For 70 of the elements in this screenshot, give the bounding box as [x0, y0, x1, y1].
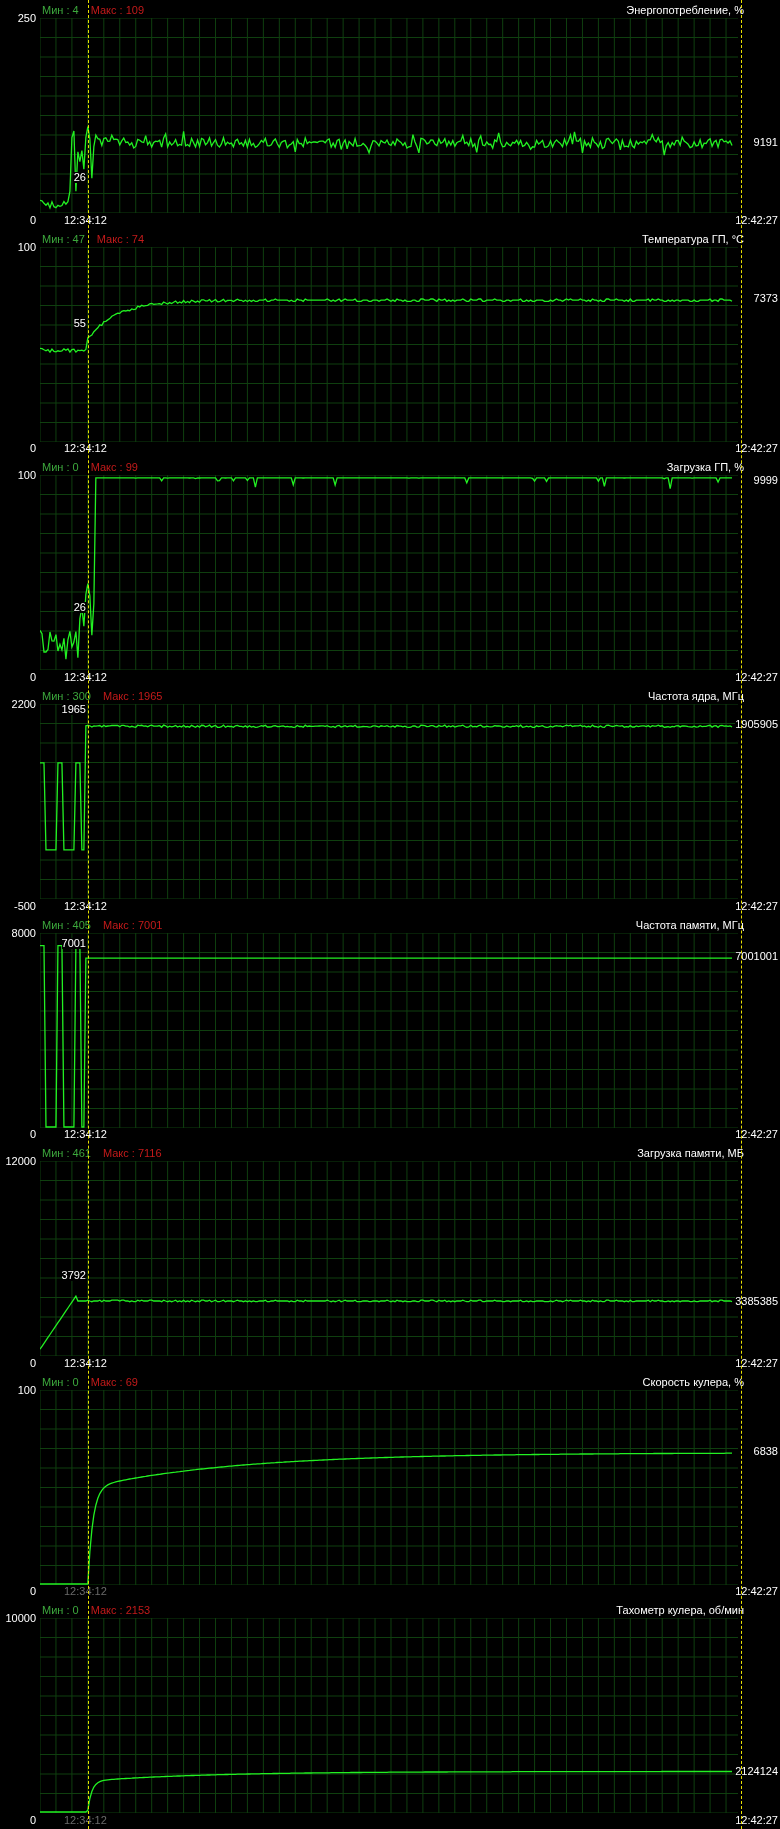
axis-min-label: 0 — [28, 1357, 37, 1369]
axis-min-label: 0 — [28, 443, 37, 455]
max-value: Макс : 7001 — [102, 919, 163, 931]
start-time: 12:34:12 — [64, 900, 107, 912]
start-time: 12:34:12 — [64, 1586, 107, 1598]
graph-title: Тахометр кулера, об/мин — [616, 1605, 744, 1617]
graph-title: Температура ГП, °C — [642, 233, 744, 245]
end-time: 12:42:27 — [735, 671, 778, 683]
min-value: Мин : 0 — [42, 1376, 79, 1388]
max-value: Макс : 1965 — [102, 690, 163, 702]
start-value: 26 — [73, 601, 86, 613]
current-value: 7001001 — [735, 950, 778, 962]
min-value: Мин : 47 — [42, 233, 85, 245]
max-value: Макс : 99 — [90, 462, 138, 474]
current-value: 6838 — [753, 1446, 778, 1458]
min-value: Мин : 0 — [42, 1605, 79, 1617]
current-value: 7373 — [753, 293, 778, 305]
end-time: 12:42:27 — [735, 1129, 778, 1141]
axis-min-label: 0 — [28, 1129, 37, 1141]
max-value: Макс : 109 — [90, 5, 145, 16]
current-value: 9999 — [753, 475, 778, 487]
graph-title: Энергопотребление, % — [626, 5, 744, 16]
min-value: Мин : 461 — [42, 1148, 91, 1160]
current-value: 1905905 — [735, 719, 778, 731]
axis-max-label: 12000 — [5, 1156, 36, 1168]
axis-max-label: 250 — [17, 13, 36, 24]
graph-title: Загрузка ГП, % — [666, 462, 744, 474]
start-time: 12:34:12 — [64, 1815, 107, 1826]
start-value: 26 — [73, 171, 86, 183]
start-time: 12:34:12 — [64, 1129, 107, 1141]
axis-min-label: 0 — [28, 1815, 37, 1826]
start-value: 1965 — [61, 703, 86, 715]
start-value: 7001 — [61, 938, 86, 949]
graph-title: Скорость кулера, % — [642, 1376, 744, 1388]
graph-title: Загрузка памяти, МБ — [637, 1148, 744, 1160]
end-time: 12:42:27 — [735, 1586, 778, 1598]
axis-min-label: -500 — [12, 900, 37, 912]
axis-min-label: 0 — [28, 1586, 37, 1598]
axis-min-label: 0 — [28, 214, 37, 226]
max-value: Макс : 74 — [96, 233, 145, 245]
end-time: 12:42:27 — [735, 900, 778, 912]
current-value: 2124124 — [735, 1766, 778, 1778]
axis-max-label: 8000 — [11, 927, 36, 939]
graph-title: Частота памяти, МГц — [635, 919, 744, 931]
start-time: 12:34:12 — [64, 443, 107, 455]
start-time: 12:34:12 — [64, 671, 107, 683]
max-value: Макс : 2153 — [90, 1605, 151, 1617]
start-time: 12:34:12 — [64, 214, 107, 226]
end-time: 12:42:27 — [735, 1815, 778, 1826]
start-time: 12:34:12 — [64, 1357, 107, 1369]
axis-max-label: 10000 — [5, 1613, 36, 1625]
axis-max-label: 100 — [17, 241, 36, 253]
end-time: 12:42:27 — [735, 443, 778, 455]
end-time: 12:42:27 — [735, 214, 778, 226]
axis-max-label: 100 — [17, 470, 36, 482]
min-value: Мин : 300 — [42, 690, 91, 702]
start-value: 55 — [73, 318, 86, 330]
axis-max-label: 2200 — [11, 698, 36, 710]
min-value: Мин : 4 — [42, 5, 79, 16]
end-time: 12:42:27 — [735, 1357, 778, 1369]
axis-max-label: 100 — [17, 1384, 36, 1396]
max-value: Макс : 7116 — [102, 1148, 162, 1160]
min-value: Мин : 0 — [42, 462, 79, 474]
min-value: Мин : 405 — [42, 919, 91, 931]
current-value: 3385385 — [735, 1295, 778, 1307]
axis-min-label: 0 — [28, 671, 37, 683]
current-value: 9191 — [753, 136, 778, 148]
start-value: 3792 — [61, 1269, 86, 1281]
graph-title: Частота ядра, МГц — [648, 690, 744, 702]
max-value: Макс : 69 — [90, 1376, 138, 1388]
